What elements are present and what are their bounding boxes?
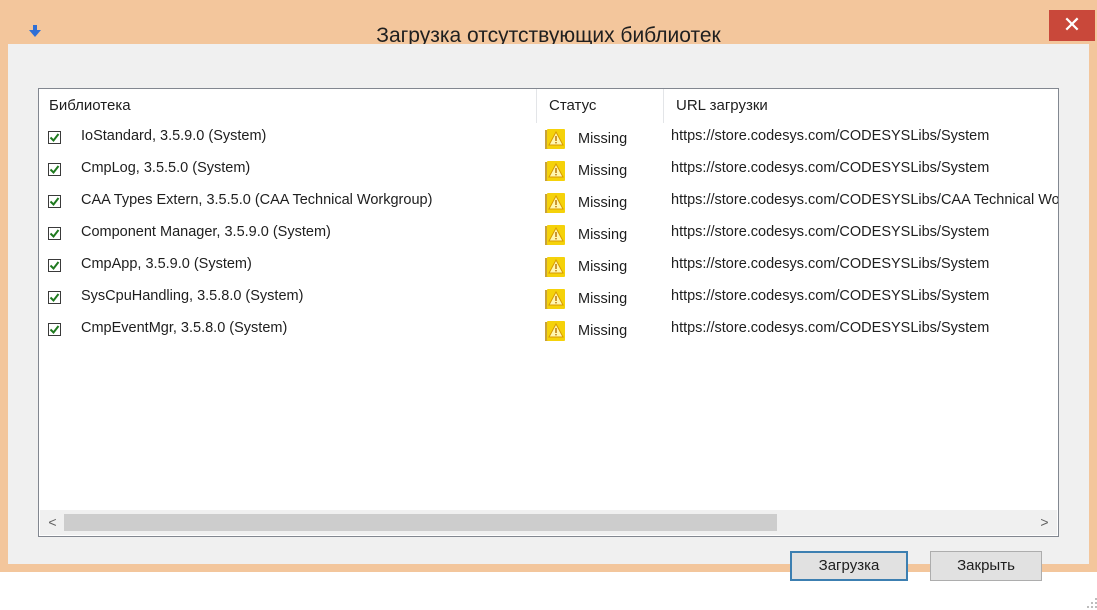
status-text: Missing (578, 163, 628, 179)
library-name: CmpApp, 3.5.9.0 (System) (81, 256, 252, 272)
library-name: IoStandard, 3.5.9.0 (System) (81, 128, 267, 144)
checkmark-icon (49, 293, 60, 303)
download-url: https://store.codesys.com/CODESYSLibs/Sy… (671, 320, 990, 336)
close-window-button[interactable]: ✕ (1049, 10, 1095, 41)
download-url: https://store.codesys.com/CODESYSLibs/Sy… (671, 160, 990, 176)
list-item[interactable]: IoStandard, 3.5.9.0 (System) Missing https… (39, 123, 1058, 154)
library-list[interactable]: Библиотека Статус URL загрузки IoStandar… (38, 88, 1059, 537)
resize-grip-icon[interactable] (1085, 596, 1097, 610)
status-text: Missing (578, 291, 628, 307)
warning-icon (545, 289, 565, 309)
warning-icon (545, 193, 565, 213)
column-header-library[interactable]: Библиотека (49, 89, 131, 123)
download-button[interactable]: Загрузка (790, 551, 908, 581)
checkmark-icon (49, 261, 60, 271)
list-item[interactable]: SysCpuHandling, 3.5.8.0 (System) Missing h… (39, 283, 1058, 314)
library-checkbox[interactable] (48, 259, 61, 272)
status-text: Missing (578, 195, 628, 211)
library-checkbox[interactable] (48, 131, 61, 144)
warning-icon (545, 321, 565, 341)
download-url: https://store.codesys.com/CODESYSLibs/Sy… (671, 128, 990, 144)
warning-icon (545, 225, 565, 245)
library-name: SysCpuHandling, 3.5.8.0 (System) (81, 288, 304, 304)
checkmark-icon (49, 197, 60, 207)
checkmark-icon (49, 325, 60, 335)
library-checkbox[interactable] (48, 163, 61, 176)
library-checkbox[interactable] (48, 227, 61, 240)
library-checkbox[interactable] (48, 291, 61, 304)
checkmark-icon (49, 229, 60, 239)
library-name: CAA Types Extern, 3.5.5.0 (CAA Technical… (81, 192, 433, 208)
status-text: Missing (578, 259, 628, 275)
library-name: Component Manager, 3.5.9.0 (System) (81, 224, 331, 240)
list-item[interactable]: Component Manager, 3.5.9.0 (System) Missi… (39, 219, 1058, 250)
checkmark-icon (49, 165, 60, 175)
column-separator[interactable] (663, 89, 664, 123)
download-url: https://store.codesys.com/CODESYSLibs/Sy… (671, 224, 990, 240)
checkmark-icon (49, 133, 60, 143)
scroll-right-button[interactable]: > (1032, 510, 1057, 535)
column-header-status[interactable]: Статус (549, 89, 596, 123)
scroll-left-button[interactable]: < (40, 510, 65, 535)
status-text: Missing (578, 227, 628, 243)
download-url: https://store.codesys.com/CODESYSLibs/CA… (671, 192, 1058, 208)
library-name: CmpEventMgr, 3.5.8.0 (System) (81, 320, 288, 336)
dialog-window: Загрузка отсутствующих библиотек ✕ Библи… (0, 0, 1097, 608)
library-checkbox[interactable] (48, 195, 61, 208)
warning-icon (545, 161, 565, 181)
status-text: Missing (578, 131, 628, 147)
close-button[interactable]: Закрыть (930, 551, 1042, 581)
status-text: Missing (578, 323, 628, 339)
list-item[interactable]: CmpLog, 3.5.5.0 (System) Missing https://s… (39, 155, 1058, 186)
library-checkbox[interactable] (48, 323, 61, 336)
dialog-client-area: Библиотека Статус URL загрузки IoStandar… (8, 44, 1097, 608)
warning-icon (545, 257, 565, 277)
title-bar[interactable]: Загрузка отсутствующих библиотек ✕ (0, 0, 1097, 47)
download-url: https://store.codesys.com/CODESYSLibs/Sy… (671, 288, 990, 304)
list-item[interactable]: CmpApp, 3.5.9.0 (System) Missing https://s… (39, 251, 1058, 282)
column-separator[interactable] (536, 89, 537, 123)
warning-icon (545, 129, 565, 149)
scrollbar-thumb[interactable] (64, 514, 777, 531)
list-item[interactable]: CmpEventMgr, 3.5.8.0 (System) Missing http… (39, 315, 1058, 346)
download-url: https://store.codesys.com/CODESYSLibs/Sy… (671, 256, 990, 272)
list-item[interactable]: CAA Types Extern, 3.5.5.0 (CAA Technical… (39, 187, 1058, 218)
library-name: CmpLog, 3.5.5.0 (System) (81, 160, 251, 176)
horizontal-scrollbar[interactable]: < > (40, 510, 1057, 535)
column-header-url[interactable]: URL загрузки (676, 89, 768, 123)
